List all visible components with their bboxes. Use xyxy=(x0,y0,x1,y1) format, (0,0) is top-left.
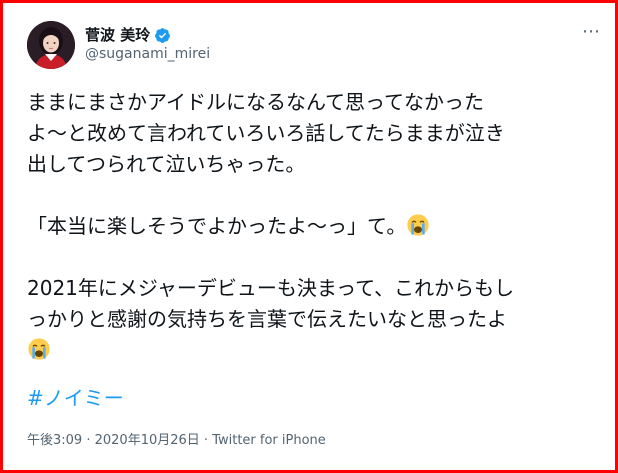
tweet-line: 「本当に楽しそうでよかったよ～っ」て。 xyxy=(27,211,602,242)
screenshot-frame: ⋯ 菅波 美玲 @suganami_mirei ままにまさかアイドルになるなんて… xyxy=(0,0,618,473)
tweet-line xyxy=(27,335,602,366)
tweet-header: 菅波 美玲 @suganami_mirei xyxy=(27,21,210,69)
tweet-line: よ～と改めて言われていろいろ話してたらままが泣き xyxy=(27,121,505,145)
more-options-icon[interactable]: ⋯ xyxy=(582,23,601,41)
loudly-crying-face-icon xyxy=(407,214,430,236)
user-handle[interactable]: @suganami_mirei xyxy=(85,45,210,64)
tweet-line: 出してつられて泣いちゃった。 xyxy=(27,152,306,176)
tweet-text: ままにまさかアイドルになるなんて思ってなかった よ～と改めて言われていろいろ話し… xyxy=(27,87,602,366)
display-name-row: 菅波 美玲 xyxy=(85,26,210,45)
verified-badge-icon xyxy=(155,28,171,43)
tweet-line: ままにまさかアイドルになるなんて思ってなかった xyxy=(27,90,484,114)
tweet-line: っかりと感謝の気持ちを言葉で伝えたいなと思ったよ xyxy=(27,307,507,331)
tweet-line: 2021年にメジャーデビューも決まって、これからもし xyxy=(27,276,515,300)
tweet-meta: 午後3:09 · 2020年10月26日 · Twitter for iPhon… xyxy=(27,433,326,449)
tweet-line-text: 「本当に楽しそうでよかったよ～っ」て。 xyxy=(27,214,407,238)
avatar[interactable] xyxy=(27,21,75,69)
hashtag-link[interactable]: #ノイミー xyxy=(27,386,124,410)
loudly-crying-face-icon xyxy=(28,338,50,360)
user-names: 菅波 美玲 @suganami_mirei xyxy=(85,26,210,64)
tweet-time[interactable]: 午後3:09 xyxy=(27,433,82,448)
source-app-link[interactable]: Twitter for iPhone xyxy=(212,433,326,448)
meta-separator: · xyxy=(82,433,95,448)
display-name[interactable]: 菅波 美玲 xyxy=(85,26,150,45)
tweet-date[interactable]: 2020年10月26日 xyxy=(95,433,200,448)
meta-separator: · xyxy=(199,433,213,448)
